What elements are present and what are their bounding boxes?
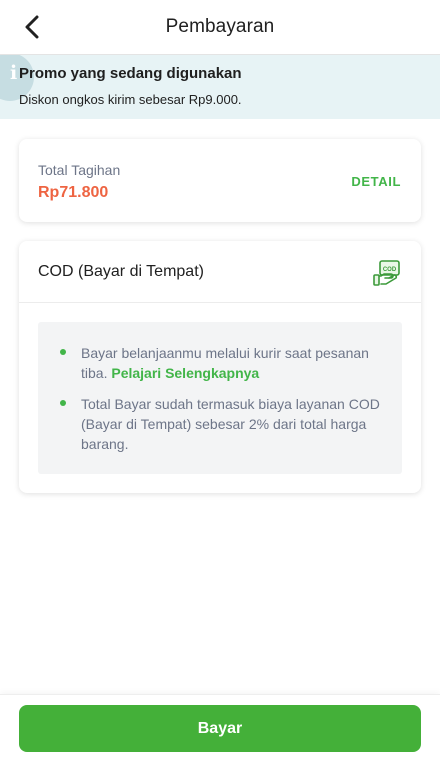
total-bill-card: Total Tagihan Rp71.800 DETAIL [19, 139, 421, 222]
bullet-dot [60, 400, 66, 406]
app-header: Pembayaran [0, 0, 440, 55]
pay-button[interactable]: Bayar [19, 705, 421, 752]
payment-method-card: COD (Bayar di Tempat) COD Bayar belanjaa… [19, 241, 421, 493]
cod-cash-icon: COD [373, 260, 400, 286]
total-bill-amount: Rp71.800 [38, 184, 109, 201]
promo-banner: i Promo yang sedang digunakan Diskon ong… [0, 55, 440, 119]
chevron-left-icon [25, 15, 39, 39]
back-button[interactable] [18, 13, 46, 41]
learn-more-link[interactable]: Pelajari Selengkapnya [111, 365, 259, 381]
bottom-action-bar: Bayar [0, 694, 440, 760]
total-bill-label: Total Tagihan [38, 162, 121, 178]
bullet-dot [60, 349, 66, 355]
payment-method-header[interactable]: COD (Bayar di Tempat) COD [19, 241, 421, 303]
cod-icon-text: COD [383, 267, 397, 273]
payment-method-title: COD (Bayar di Tempat) [38, 263, 204, 280]
detail-link[interactable]: DETAIL [351, 174, 401, 189]
list-item: Bayar belanjaanmu melalui kurir saat pes… [60, 343, 385, 383]
info-icon-glyph: i [10, 62, 18, 84]
page-title: Pembayaran [165, 16, 275, 37]
cod-info-text: Bayar belanjaanmu melalui kurir saat pes… [81, 343, 385, 383]
cod-info-box: Bayar belanjaanmu melalui kurir saat pes… [38, 322, 402, 474]
list-item: Total Bayar sudah termasuk biaya layanan… [60, 394, 385, 454]
promo-description: Diskon ongkos kirim sebesar Rp9.000. [19, 92, 242, 107]
promo-title: Promo yang sedang digunakan [19, 65, 242, 82]
cod-fee-text: Total Bayar sudah termasuk biaya layanan… [81, 396, 380, 452]
